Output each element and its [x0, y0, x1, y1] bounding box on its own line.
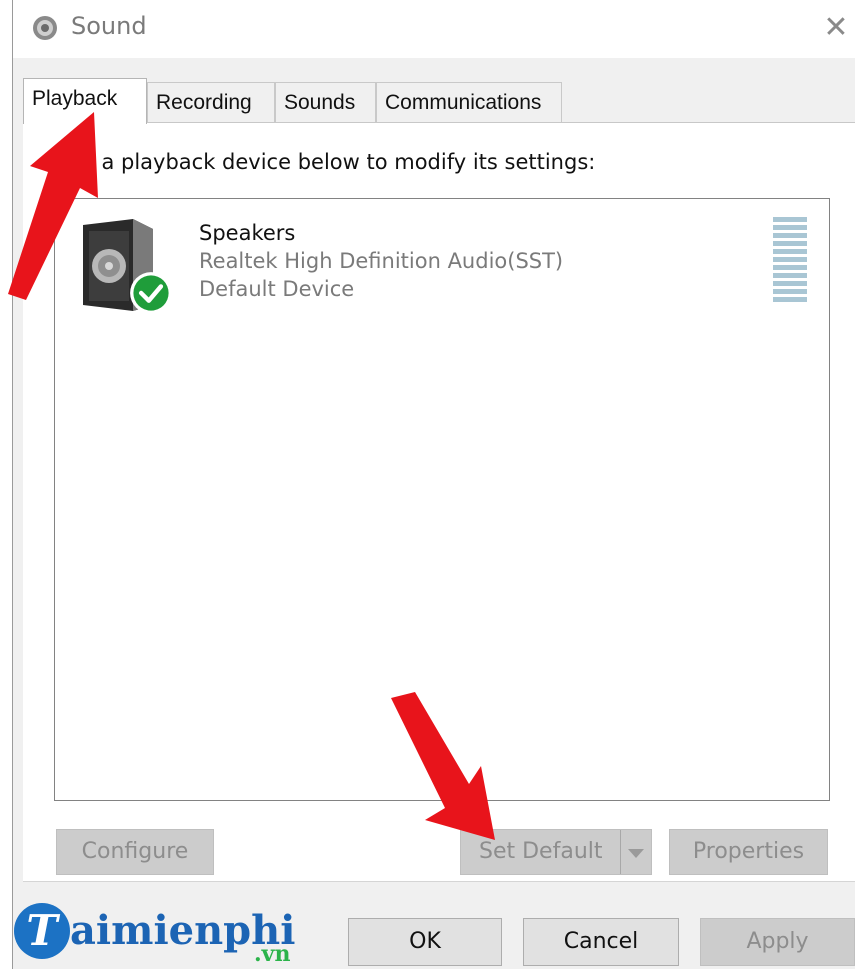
- tab-sounds-label: Sounds: [284, 91, 356, 114]
- tab-playback-label: Playback: [32, 87, 118, 110]
- tab-communications-label: Communications: [385, 91, 542, 114]
- tab-communications[interactable]: Communications: [376, 82, 562, 122]
- device-name: Speakers: [199, 221, 296, 245]
- cancel-button[interactable]: Cancel: [523, 918, 679, 966]
- set-default-divider: [620, 830, 621, 874]
- configure-button[interactable]: Configure: [56, 829, 214, 875]
- speaker-app-icon: [33, 16, 57, 40]
- watermark-logo: T aimienphi .vn: [14, 903, 304, 969]
- close-icon: ✕: [823, 10, 849, 45]
- instruction-text: ct a playback device below to modify its…: [75, 150, 596, 174]
- default-check-icon: [130, 272, 172, 314]
- device-status: Default Device: [199, 277, 355, 301]
- set-default-label: Set Default: [479, 839, 603, 864]
- tab-sounds[interactable]: Sounds: [275, 82, 376, 122]
- device-list[interactable]: Speakers Realtek High Definition Audio(S…: [54, 198, 830, 801]
- tab-playback[interactable]: Playback: [23, 78, 147, 124]
- tab-recording[interactable]: Recording: [147, 82, 275, 122]
- configure-label: Configure: [81, 839, 189, 864]
- window-title: Sound: [71, 12, 147, 40]
- device-item-speakers[interactable]: Speakers Realtek High Definition Audio(S…: [55, 199, 831, 319]
- apply-label: Apply: [746, 929, 809, 954]
- tab-recording-label: Recording: [156, 91, 252, 114]
- chevron-down-icon[interactable]: [622, 836, 650, 870]
- logo-suffix: .vn: [254, 941, 291, 967]
- close-button[interactable]: ✕: [816, 8, 855, 48]
- apply-button[interactable]: Apply: [700, 918, 855, 966]
- properties-label: Properties: [692, 839, 805, 864]
- cancel-label: Cancel: [563, 929, 639, 954]
- ok-label: OK: [409, 929, 441, 954]
- logo-letter: T: [14, 903, 70, 959]
- properties-button[interactable]: Properties: [669, 829, 828, 875]
- volume-level-meter: [773, 217, 807, 302]
- ok-button[interactable]: OK: [348, 918, 502, 966]
- title-bar: Sound ✕: [13, 0, 855, 58]
- device-driver: Realtek High Definition Audio(SST): [199, 249, 564, 273]
